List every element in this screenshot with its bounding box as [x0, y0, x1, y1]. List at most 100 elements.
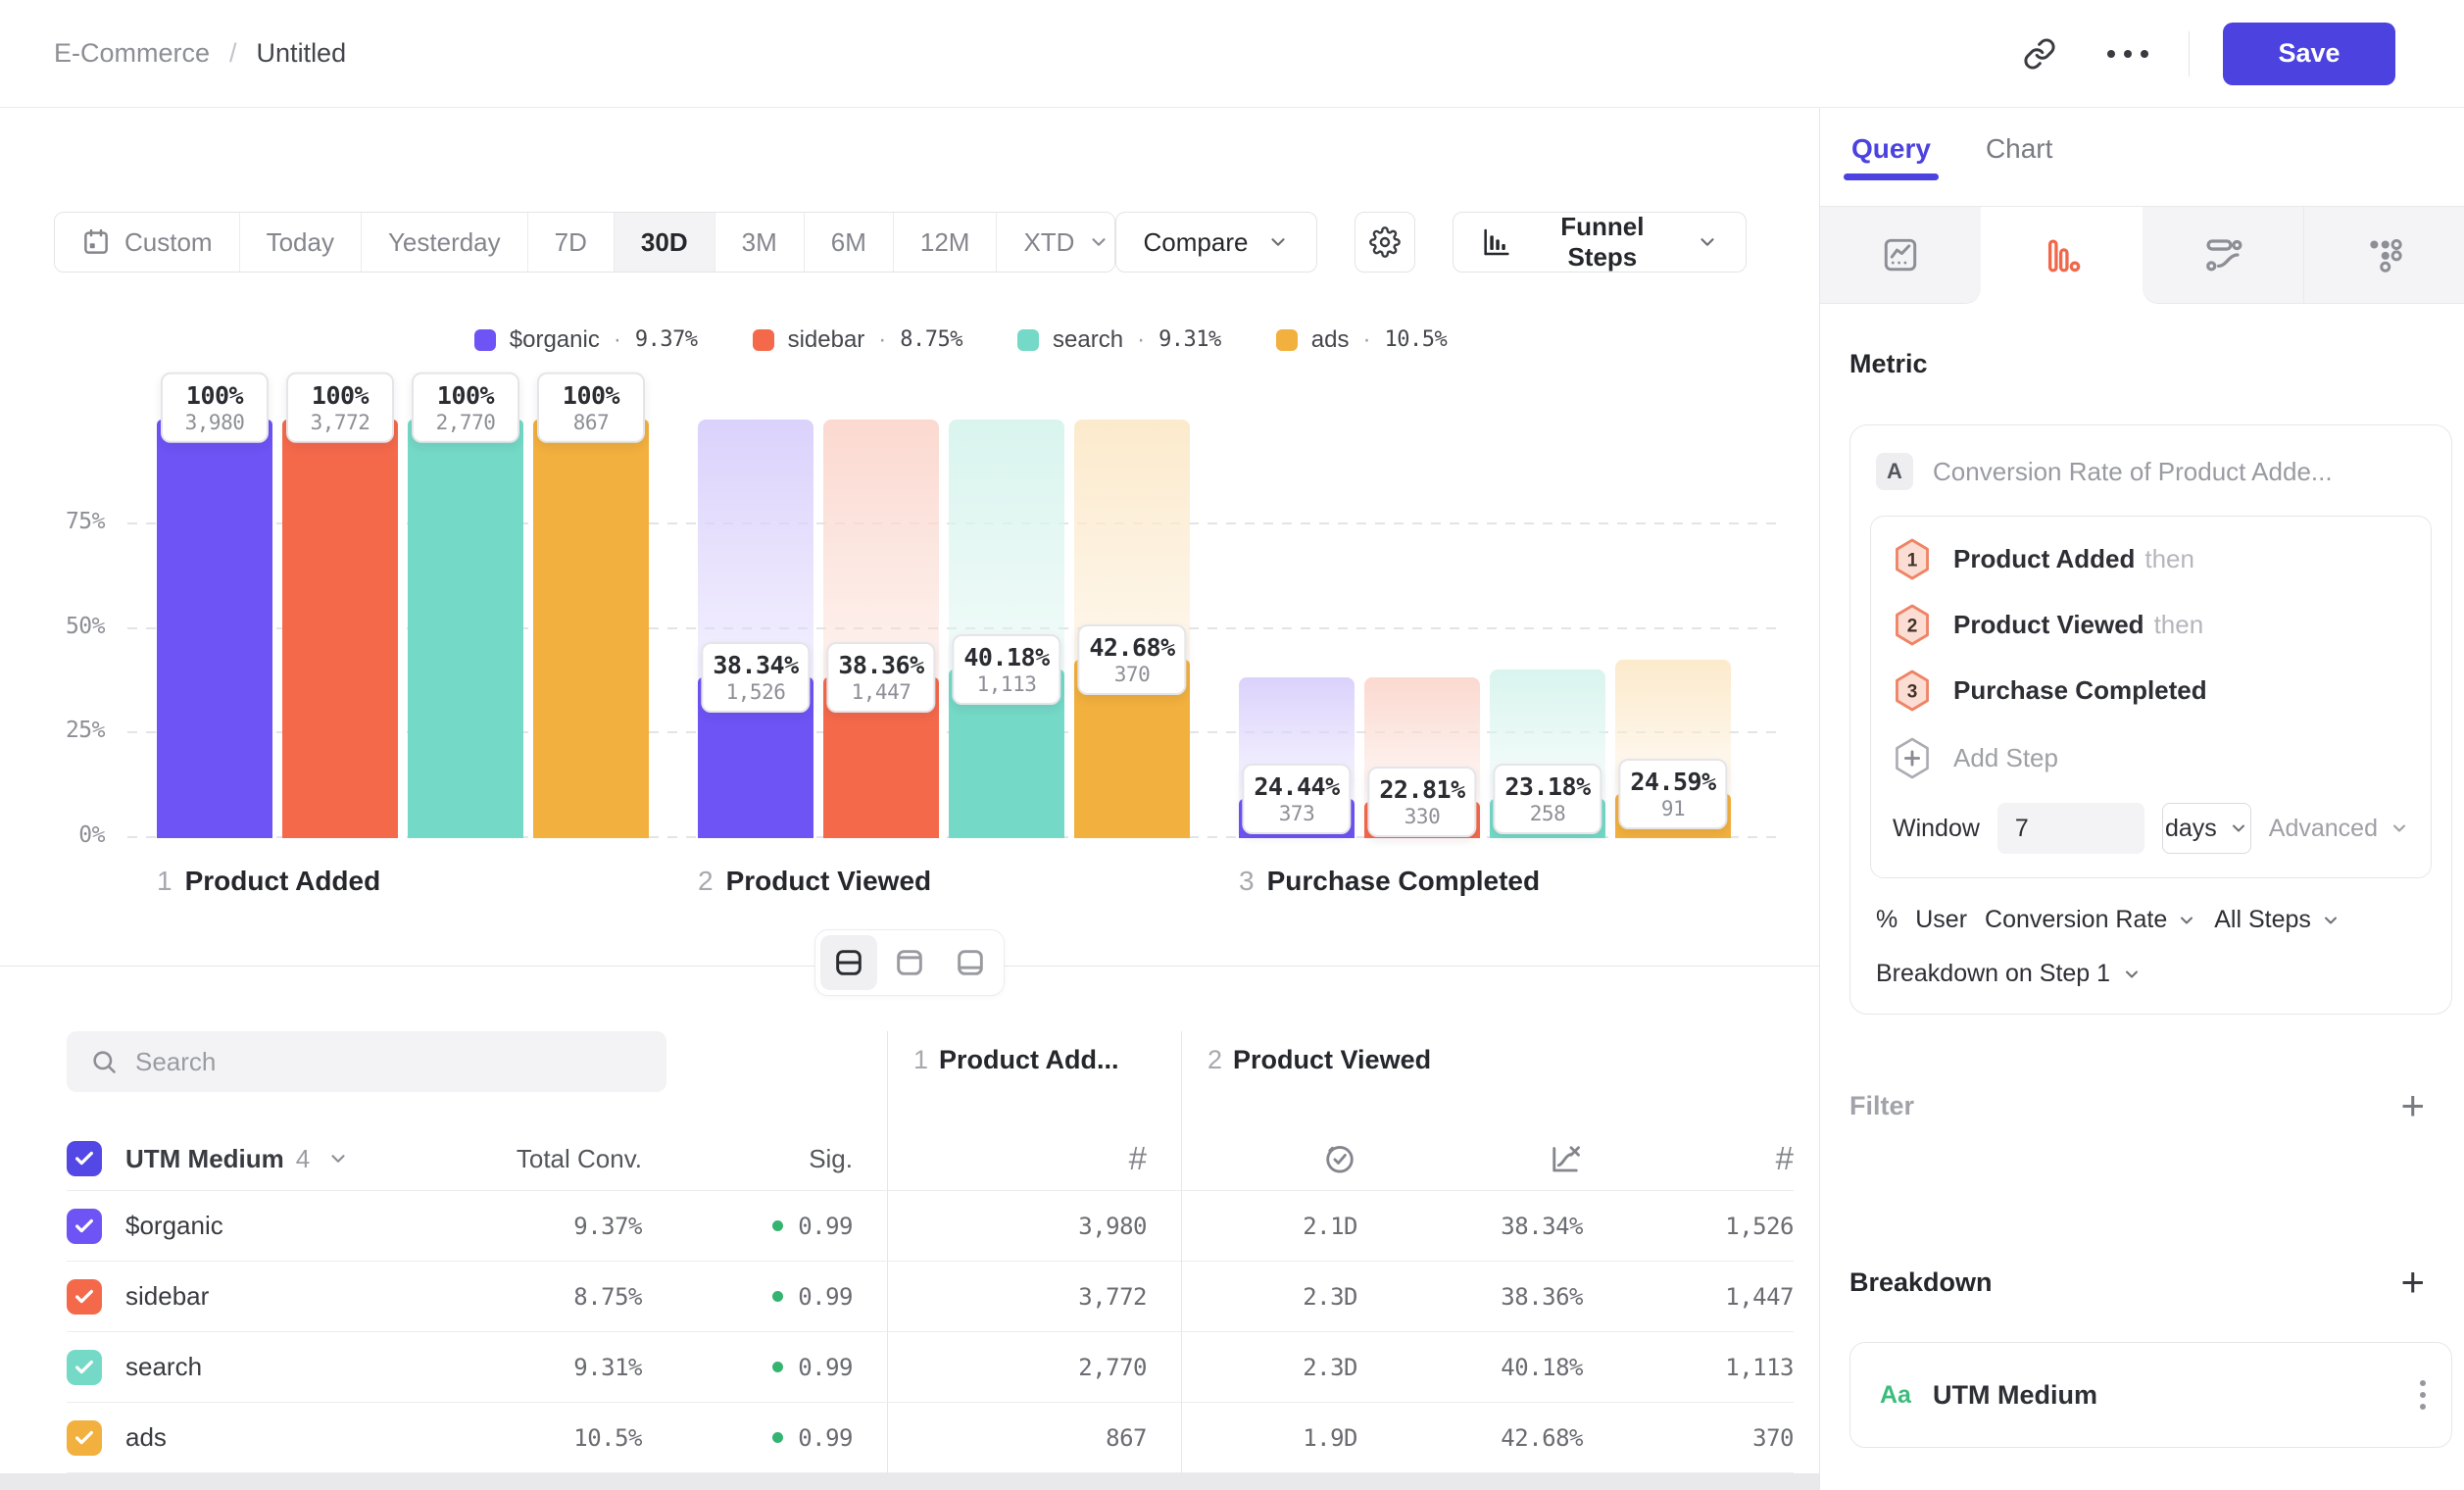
bar-value-label: 22.81%330: [1367, 767, 1476, 837]
tab-flows-report[interactable]: [2143, 207, 2303, 304]
panel-tab-bar: Query Chart: [1820, 108, 2464, 206]
total-conv-value: 9.37%: [459, 1191, 642, 1262]
horizontal-scrollbar-track[interactable]: [0, 1473, 1819, 1490]
search-box[interactable]: [67, 1031, 666, 1092]
step1-count-column-header[interactable]: #: [887, 1127, 1181, 1191]
chevron-down-icon[interactable]: [327, 1148, 349, 1169]
more-options-button[interactable]: [2100, 26, 2155, 81]
funnel-bar[interactable]: 22.81%330: [1364, 420, 1480, 838]
select-all-checkbox[interactable]: [67, 1141, 102, 1176]
hash-icon: #: [1776, 1140, 1794, 1177]
step-row-3[interactable]: 3 Purchase Completed: [1893, 670, 2409, 712]
tab-chart[interactable]: Chart: [1986, 133, 2052, 180]
search-icon: [90, 1048, 118, 1075]
chevron-down-icon: [2321, 911, 2341, 930]
layout-chart-only-button[interactable]: [881, 935, 938, 990]
measure-format-toggle[interactable]: %: [1876, 906, 1897, 934]
breakdown-property-card[interactable]: Aa UTM Medium: [1849, 1342, 2452, 1448]
breakdown-section-row: Breakdown +: [1849, 1262, 2452, 1303]
layout-table-only-button[interactable]: [942, 935, 999, 990]
sig-column-header[interactable]: Sig.: [642, 1127, 887, 1191]
chart-rate-icon: [1548, 1141, 1583, 1176]
legend-item-sidebar[interactable]: sidebar · 8.75%: [753, 327, 962, 352]
avg-time-column-header[interactable]: [1181, 1127, 1357, 1191]
row-checkbox[interactable]: [67, 1209, 102, 1244]
step-hexagon-badge: 3: [1893, 670, 1932, 712]
step-row-2[interactable]: 2 Product Viewedthen: [1893, 604, 2409, 646]
kebab-menu-icon[interactable]: [2420, 1380, 2426, 1410]
range-xtd[interactable]: XTD: [997, 213, 1114, 272]
chart-settings-button[interactable]: [1355, 212, 1414, 273]
step2-count-column-header[interactable]: #: [1583, 1127, 1794, 1191]
row-checkbox[interactable]: [67, 1279, 102, 1315]
share-link-button[interactable]: [2012, 26, 2067, 81]
step-axis-label-2: 2Product Viewed: [698, 866, 931, 897]
step-row-1[interactable]: 1 Product Addedthen: [1893, 538, 2409, 580]
range-3m[interactable]: 3M: [715, 213, 805, 272]
bottom-panel-icon: [954, 946, 987, 979]
compare-button[interactable]: Compare: [1115, 212, 1318, 273]
add-step-button[interactable]: Add Step: [1893, 737, 2409, 779]
row-checkbox[interactable]: [67, 1420, 102, 1456]
funnel-steps-editor: 1 Product Addedthen 2 Product Viewedthen…: [1870, 516, 2432, 878]
funnel-bar[interactable]: 38.36%1,447: [823, 420, 939, 838]
svg-text:3: 3: [1907, 682, 1918, 703]
funnel-bar[interactable]: 24.44%373: [1239, 420, 1355, 838]
measure-entity-dropdown[interactable]: User: [1915, 906, 1967, 934]
funnel-bar[interactable]: 100%867: [533, 420, 649, 838]
funnel-bar[interactable]: 100%3,772: [282, 420, 398, 838]
row-checkbox[interactable]: [67, 1350, 102, 1385]
metric-title-row[interactable]: A Conversion Rate of Product Adde...: [1870, 449, 2432, 494]
legend-item-ads[interactable]: ads · 10.5%: [1276, 327, 1447, 352]
funnel-bar[interactable]: 100%3,980: [157, 420, 272, 838]
window-value-input[interactable]: [1997, 803, 2144, 854]
chart-type-dropdown[interactable]: Funnel Steps: [1453, 212, 1747, 273]
save-button[interactable]: Save: [2223, 23, 2395, 85]
breakdown-on-step-dropdown[interactable]: Breakdown on Step 1: [1870, 960, 2432, 988]
tab-retention-report[interactable]: [2303, 207, 2464, 304]
report-type-tabs: [1820, 206, 2464, 304]
funnel-bar[interactable]: 100%2,770: [408, 420, 523, 838]
conversion-value: 38.36%: [1357, 1262, 1583, 1332]
range-yesterday[interactable]: Yesterday: [362, 213, 528, 272]
breadcrumb-project[interactable]: E-Commerce: [54, 38, 210, 69]
range-7d[interactable]: 7D: [528, 213, 615, 272]
tab-funnels-report[interactable]: [1981, 207, 2142, 304]
advanced-dropdown[interactable]: Advanced: [2269, 815, 2409, 843]
total-conv-column-header[interactable]: Total Conv.: [459, 1127, 642, 1191]
breakdown-column-label[interactable]: UTM Medium4: [125, 1144, 310, 1174]
measure-scope-dropdown[interactable]: All Steps: [2214, 906, 2341, 934]
layout-toggle-group: [814, 929, 1005, 996]
panel-split-divider: [0, 929, 1819, 996]
tab-insights-report[interactable]: [1820, 207, 1981, 304]
range-12m[interactable]: 12M: [894, 213, 998, 272]
funnel-bar[interactable]: 40.18%1,113: [949, 420, 1064, 838]
funnel-bar[interactable]: 24.59%91: [1615, 420, 1731, 838]
range-custom[interactable]: Custom: [55, 213, 240, 272]
range-6m[interactable]: 6M: [805, 213, 894, 272]
add-breakdown-button[interactable]: +: [2400, 1262, 2425, 1303]
avg-time-value: 1.9D: [1181, 1403, 1357, 1473]
breadcrumb-report-title[interactable]: Untitled: [257, 38, 347, 69]
funnel-bar[interactable]: 42.68%370: [1074, 420, 1190, 838]
legend-item-organic[interactable]: $organic · 9.37%: [474, 327, 698, 352]
conversion-value: 38.34%: [1357, 1191, 1583, 1262]
top-panel-icon: [893, 946, 926, 979]
range-30d[interactable]: 30D: [615, 213, 715, 272]
conversion-column-header[interactable]: [1357, 1127, 1583, 1191]
funnel-bar[interactable]: 38.34%1,526: [698, 420, 813, 838]
measure-metric-dropdown[interactable]: Conversion Rate: [1985, 906, 2196, 934]
tab-query[interactable]: Query: [1851, 133, 1931, 180]
add-filter-button[interactable]: +: [2400, 1085, 2425, 1126]
window-unit-select[interactable]: days: [2162, 803, 2251, 854]
funnel-steps-icon: [1481, 226, 1512, 258]
insights-icon: [1880, 234, 1921, 275]
header-actions: Save: [2012, 23, 2395, 85]
header-divider: [2189, 31, 2190, 76]
search-input[interactable]: [135, 1047, 643, 1077]
filter-section-row: Filter +: [1849, 1085, 2452, 1126]
range-today[interactable]: Today: [240, 213, 362, 272]
layout-split-view-button[interactable]: [820, 935, 877, 990]
legend-item-search[interactable]: search · 9.31%: [1017, 327, 1221, 352]
funnel-bar[interactable]: 23.18%258: [1490, 420, 1605, 838]
